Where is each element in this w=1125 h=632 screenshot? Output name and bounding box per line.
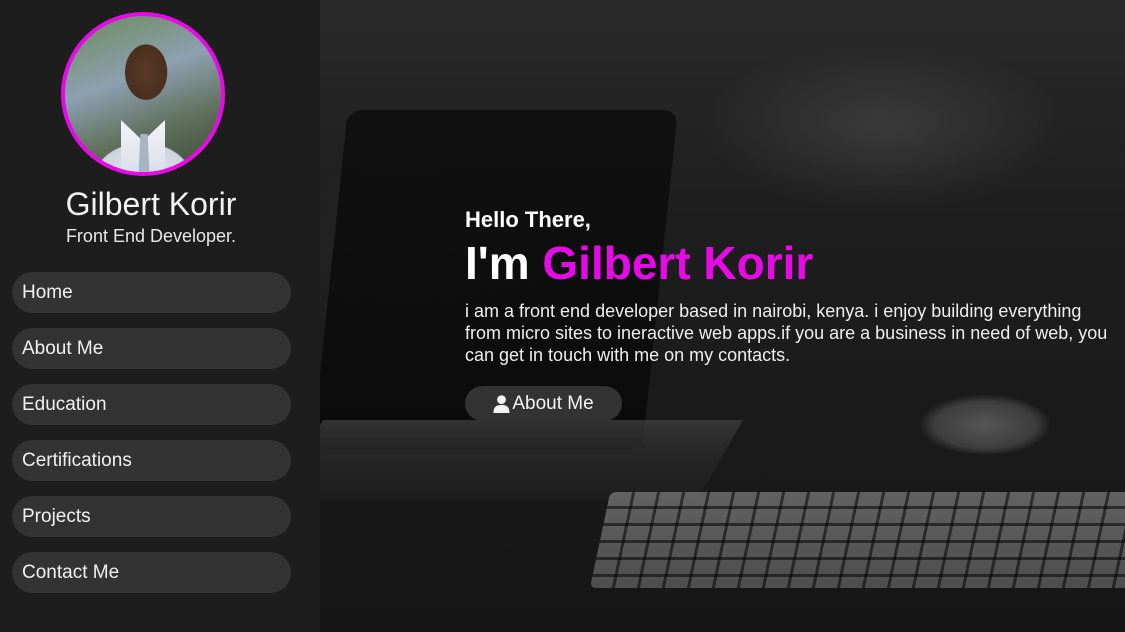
sidebar: Gilbert Korir Front End Developer. Home …	[0, 0, 320, 632]
nav-item-projects[interactable]: Projects	[12, 496, 291, 537]
hero-intro: i am a front end developer based in nair…	[465, 301, 1108, 365]
sidebar-nav: Home About Me Education Certifications P…	[12, 272, 291, 608]
user-icon	[493, 394, 510, 413]
about-me-button-label: About Me	[512, 392, 594, 414]
profile-avatar	[61, 12, 225, 176]
profile-name: Gilbert Korir	[65, 186, 237, 222]
nav-item-about-me[interactable]: About Me	[12, 328, 291, 369]
about-me-button[interactable]: About Me	[465, 386, 622, 421]
profile-role: Front End Developer.	[65, 226, 237, 246]
nav-item-certifications[interactable]: Certifications	[12, 440, 291, 481]
hero-section: Hello There, I'm Gilbert Korir i am a fr…	[320, 0, 1125, 632]
nav-item-contact-me[interactable]: Contact Me	[12, 552, 291, 593]
hero-heading-prefix: I'm	[465, 237, 543, 289]
hero-greeting: Hello There,	[465, 207, 591, 232]
nav-item-education[interactable]: Education	[12, 384, 291, 425]
nav-item-home[interactable]: Home	[12, 272, 291, 313]
hero-heading: I'm Gilbert Korir	[465, 236, 813, 290]
hero-heading-name: Gilbert Korir	[542, 237, 814, 289]
